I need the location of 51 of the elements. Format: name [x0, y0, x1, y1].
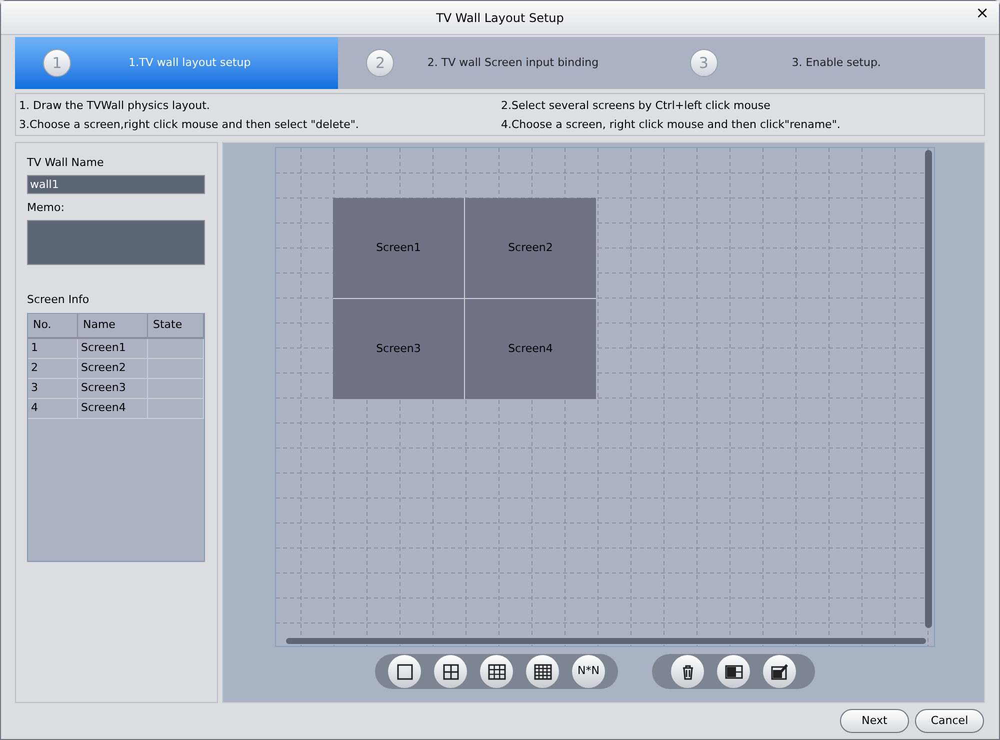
nxn-button[interactable]: N*N — [572, 655, 605, 688]
step-tab[interactable]: 2 2. TV wall Screen input binding — [338, 37, 662, 89]
layout-button[interactable] — [717, 655, 750, 688]
instruction-text: 4.Choose a screen, right click mouse and then click"rename". — [500, 116, 842, 132]
next-button[interactable]: Next — [840, 709, 909, 733]
sixteen-pane-icon — [532, 662, 552, 682]
screen-tile[interactable]: Screen3 — [333, 299, 464, 399]
vertical-scrollbar[interactable] — [925, 150, 932, 628]
step-tab[interactable]: 3 3. Enable setup. — [662, 37, 985, 89]
step-number: 3 — [690, 49, 718, 77]
four-pane-icon — [440, 662, 460, 682]
instruction-text: 1. Draw the TVWall physics layout. — [19, 98, 211, 114]
single-pane-icon — [394, 662, 414, 682]
table-cell: Screen3 — [78, 379, 148, 398]
window-title: TV Wall Layout Setup — [436, 10, 564, 26]
layout-button[interactable] — [526, 655, 559, 688]
horizontal-scrollbar[interactable] — [286, 638, 926, 644]
table-cell: Screen4 — [78, 399, 148, 418]
cancel-button[interactable]: Cancel — [915, 709, 984, 733]
step-number: 2 — [366, 49, 394, 77]
screen-tile[interactable]: Screen1 — [333, 198, 464, 298]
layout-button[interactable] — [671, 655, 704, 688]
table-cell: Screen1 — [78, 339, 148, 358]
screen-tile[interactable]: Screen2 — [465, 198, 596, 298]
layout-button[interactable] — [480, 655, 513, 688]
layout-button[interactable] — [434, 655, 467, 688]
screen-tile[interactable]: Screen4 — [465, 299, 596, 399]
memo-field[interactable] — [27, 220, 205, 265]
table-cell: Screen2 — [78, 359, 148, 378]
field-label: TV Wall Name — [27, 155, 105, 170]
section-title: Screen Info — [27, 292, 90, 307]
nine-pane-icon — [486, 662, 506, 682]
table-cell: 3 — [28, 379, 78, 398]
step-label: 1.TV wall layout setup — [128, 54, 252, 71]
step-label: 3. Enable setup. — [790, 54, 882, 71]
column-header[interactable]: No. — [28, 314, 78, 337]
instruction-text: 3.Choose a screen,right click mouse and then select "delete". — [19, 116, 360, 132]
instruction-text: 2.Select several screens by Ctrl+left click mouse — [500, 98, 772, 114]
name-field[interactable]: wall1 — [27, 175, 205, 194]
column-header[interactable]: State — [148, 314, 204, 337]
step-label: 2. TV wall Screen input binding — [426, 54, 600, 71]
table-cell: 1 — [28, 339, 78, 358]
step-number: 1 — [43, 49, 71, 77]
column-header[interactable]: Name — [78, 314, 148, 337]
layout-button[interactable] — [388, 655, 421, 688]
close-button[interactable]: × — [976, 5, 989, 21]
table-cell: 4 — [28, 399, 78, 418]
table-cell: 2 — [28, 359, 78, 378]
edit-screen-icon — [770, 662, 790, 682]
field-label: Memo: — [27, 200, 66, 215]
layout-button[interactable] — [763, 655, 796, 688]
